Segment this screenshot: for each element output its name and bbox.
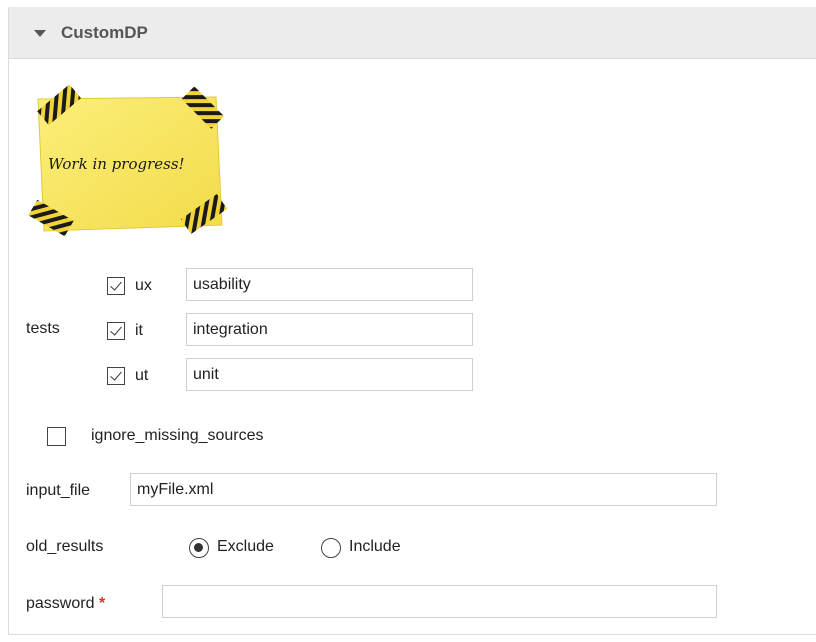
ut-value-input[interactable]: unit <box>186 358 473 391</box>
panel-title: CustomDP <box>61 23 148 42</box>
tests-label: tests <box>26 320 60 337</box>
tests-key-it: it <box>135 322 143 339</box>
ux-value-input[interactable]: usability <box>186 268 473 301</box>
old-results-label: old_results <box>26 538 104 555</box>
note-text: Work in progress! <box>48 155 185 173</box>
ignore-missing-sources-checkbox[interactable] <box>47 427 66 446</box>
exclude-radio-label[interactable]: Exclude <box>217 537 274 557</box>
tests-key-ux: ux <box>135 277 152 294</box>
checkbox-ut[interactable] <box>107 367 125 385</box>
checkbox-ux[interactable] <box>107 277 125 295</box>
password-label: password * <box>26 594 105 614</box>
tests-key-ut: ut <box>135 367 149 384</box>
ignore-missing-sources-label: ignore_missing_sources <box>91 427 264 444</box>
work-in-progress-note-image: Work in progress! <box>26 84 236 243</box>
include-radio-label[interactable]: Include <box>349 537 401 557</box>
input-file-label: input_file <box>26 482 91 499</box>
required-marker: * <box>98 595 106 612</box>
exclude-radio[interactable] <box>189 538 209 558</box>
password-field[interactable] <box>162 585 717 618</box>
panel-header[interactable]: CustomDP <box>9 7 816 59</box>
checkbox-it[interactable] <box>107 322 125 340</box>
password-label-text: password <box>26 595 95 612</box>
include-radio[interactable] <box>321 538 341 558</box>
input-file-field[interactable]: myFile.xml <box>130 473 717 506</box>
it-value-input[interactable]: integration <box>186 313 473 346</box>
collapse-caret-icon[interactable] <box>34 30 46 37</box>
